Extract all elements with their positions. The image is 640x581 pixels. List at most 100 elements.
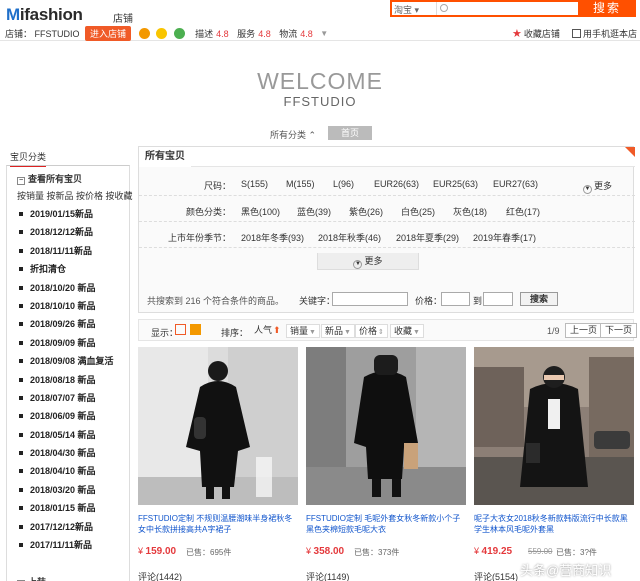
product-sold: 已售：695件 — [186, 548, 232, 557]
brand-name: FFSTUDIO — [283, 94, 357, 109]
sidebar-item[interactable]: 2018/05/14 新品 — [19, 428, 114, 446]
main-content: 所有宝贝 尺码： S(155) M(155) L(96) EUR26(63) EUR25… — [138, 146, 638, 581]
search-scope-select[interactable]: 淘宝 ▾ — [394, 3, 419, 16]
store-name[interactable]: FFSTUDIO — [35, 29, 80, 39]
prev-page-button[interactable]: 上一页 — [565, 323, 603, 338]
sort-price[interactable]: 价格⇕ — [355, 324, 388, 338]
sidebar-item[interactable]: 2018/07/07 新品 — [19, 391, 114, 409]
sidebar-item[interactable]: 2018/10/10 新品 — [19, 299, 114, 317]
sort-new[interactable]: 新品▼ — [321, 324, 355, 338]
sidebar-item[interactable]: 2018/09/26 新品 — [19, 317, 114, 335]
favorite-store-link[interactable]: ★ 收藏店铺 — [512, 27, 560, 40]
filter-values: S(155) M(155) L(96) EUR26(63) EUR25(63) EUR27… — [241, 179, 538, 189]
filter-option[interactable]: EUR27(63) — [493, 179, 538, 189]
price-min-input[interactable] — [441, 292, 470, 306]
product-reviews[interactable]: 评论(1149) — [306, 570, 349, 581]
filter-option[interactable]: 黑色(100) — [241, 205, 297, 218]
filter-values: 2018年冬季(93) 2018年秋季(46) 2018年夏季(29) 2019年春季… — [241, 231, 536, 244]
sort-popularity[interactable]: 人气⬆ — [251, 324, 284, 338]
sort-favorites[interactable]: 收藏▼ — [390, 324, 424, 338]
filter-option[interactable]: EUR25(63) — [433, 179, 493, 189]
corner-ribbon — [625, 147, 635, 157]
display-label: 显示： — [151, 328, 179, 338]
filter-search-button[interactable]: 搜索 — [520, 292, 558, 306]
qr-code-icon — [572, 29, 581, 38]
filter-option[interactable]: 灰色(18) — [453, 205, 506, 218]
product-image[interactable] — [138, 347, 298, 505]
sidebar-item[interactable]: 2017/12/12新品 — [19, 520, 114, 538]
sidebar-category-list: 2019/01/15新品 2018/12/12新品 2018/11/11新品 折… — [19, 207, 114, 556]
product-sold: 已售：373件 — [354, 548, 400, 557]
price-max-input[interactable] — [483, 292, 513, 306]
list-view-icon[interactable] — [175, 324, 186, 335]
filter-option[interactable]: 2018年夏季(29) — [396, 231, 473, 244]
product-title[interactable]: FFSTUDIO定制 不规则温腰潮味半身裙秋冬女中长款拼接高共A字裙子 — [138, 513, 298, 535]
product-image[interactable] — [474, 347, 634, 505]
sidebar-sort-links[interactable]: 按销量 按新品 按价格 按收藏 — [17, 189, 133, 202]
product-title[interactable]: 呢子大衣女2018秋冬新款韩版流行中长款黑学生林本风毛呢外套黑 — [474, 513, 634, 535]
sidebar-item[interactable]: 2017/11/11新品 — [19, 538, 114, 556]
sidebar-item[interactable]: 2018/06/09 新品 — [19, 409, 114, 427]
keyword-label: 关键字： — [299, 296, 336, 306]
filter-option[interactable]: S(155) — [241, 179, 286, 189]
product-price: ¥ 358.00 — [306, 546, 345, 557]
expand-filters-button[interactable]: ▼ 更多 — [317, 253, 419, 270]
sidebar-item[interactable]: 2018/12/12新品 — [19, 225, 114, 243]
sidebar-item[interactable]: 2018/04/30 新品 — [19, 446, 114, 464]
filter-option[interactable]: 白色(25) — [401, 205, 453, 218]
sidebar-item[interactable]: 2018/04/10 新品 — [19, 464, 114, 482]
filter-option[interactable]: 紫色(26) — [349, 205, 401, 218]
sidebar-item[interactable]: 2018/03/20 新品 — [19, 483, 114, 501]
view-all-items-link[interactable]: − 查看所有宝贝 — [17, 172, 82, 185]
filter-option[interactable]: M(155) — [286, 179, 333, 189]
chevron-down-icon[interactable]: ▼ — [320, 29, 328, 38]
filter-option[interactable]: 2018年秋季(46) — [318, 231, 396, 244]
filter-option[interactable]: 蓝色(39) — [297, 205, 349, 218]
product-image[interactable] — [306, 347, 466, 505]
product-sold: 已售：3?件 — [556, 548, 597, 557]
filter-option[interactable]: EUR26(63) — [374, 179, 433, 189]
sidebar-item[interactable]: 2018/09/09 新品 — [19, 336, 114, 354]
rating-label-logistics: 物流 — [279, 29, 298, 39]
grid-view-icon[interactable] — [190, 324, 201, 335]
product-card[interactable]: FFSTUDIO定制 不规则温腰潮味半身裙秋冬女中长款拼接高共A字裙子 ¥ 15… — [138, 347, 298, 581]
filter-option[interactable]: 2018年冬季(93) — [241, 231, 318, 244]
sidebar-item[interactable]: 2018/01/15 新品 — [19, 501, 114, 519]
arrow-down-icon: ▼ — [309, 329, 316, 336]
category-sidebar: 宝贝分类 − 查看所有宝贝 按销量 按新品 按价格 按收藏 2019/01/15新… — [6, 150, 133, 581]
filter-option[interactable]: L(96) — [333, 179, 374, 189]
arrow-up-icon: ⬆ — [273, 325, 281, 335]
ifashion-logo[interactable]: Mifashion — [6, 5, 83, 25]
keyword-input[interactable] — [332, 292, 408, 306]
product-reviews[interactable]: 评论(5154) — [474, 570, 518, 581]
search-button[interactable]: 搜索 — [578, 0, 636, 17]
mobile-browse-link[interactable]: 用手机逛本店 — [572, 27, 637, 40]
wangwang-icon[interactable] — [138, 28, 150, 39]
product-original-price: 559.00 — [528, 547, 553, 556]
filter-more-button[interactable]: ▼ 更多 — [583, 179, 612, 194]
collapse-icon[interactable]: − — [17, 177, 25, 185]
enter-store-button[interactable]: 进入店铺 — [85, 26, 132, 41]
product-reviews[interactable]: 评论(1442) — [138, 570, 182, 581]
sort-sales[interactable]: 销量▼ — [286, 324, 320, 338]
sidebar-item[interactable]: 2019/01/15新品 — [19, 207, 114, 225]
price-label: 价格： — [415, 296, 443, 306]
sidebar-item[interactable]: 2018/11/11新品 — [19, 244, 114, 262]
filter-option[interactable]: 2019年春季(17) — [473, 231, 536, 244]
all-categories-menu[interactable]: 所有分类 ⌃ — [270, 128, 316, 141]
search-input[interactable] — [436, 2, 576, 15]
product-card[interactable]: FFSTUDIO定制 毛呢外套女秋冬新款小个子黑色夹棉短款毛呢大衣 ¥ 358.… — [306, 347, 466, 581]
home-nav-button[interactable]: 首页 — [328, 126, 372, 140]
product-card[interactable]: 呢子大衣女2018秋冬新款韩版流行中长款黑学生林本风毛呢外套黑 ¥ 419.25… — [474, 347, 634, 581]
sidebar-group-tops[interactable]: −上装 — [17, 575, 46, 581]
product-title[interactable]: FFSTUDIO定制 毛呢外套女秋冬新款小个子黑色夹棉短款毛呢大衣 — [306, 513, 466, 535]
store-label: 店铺： — [5, 29, 33, 39]
arrow-down-icon: ▼ — [413, 329, 420, 336]
sidebar-item[interactable]: 2018/08/18 新品 — [19, 373, 114, 391]
next-page-button[interactable]: 下一页 — [600, 323, 638, 338]
filter-option[interactable]: 红色(17) — [506, 205, 540, 218]
sidebar-item[interactable]: 折扣清仓 — [19, 262, 114, 280]
sidebar-item[interactable]: 2018/10/20 新品 — [19, 281, 114, 299]
sidebar-item[interactable]: 2018/09/08 满血复活 — [19, 354, 114, 372]
watermark: 头条@营商知识 — [520, 563, 612, 578]
